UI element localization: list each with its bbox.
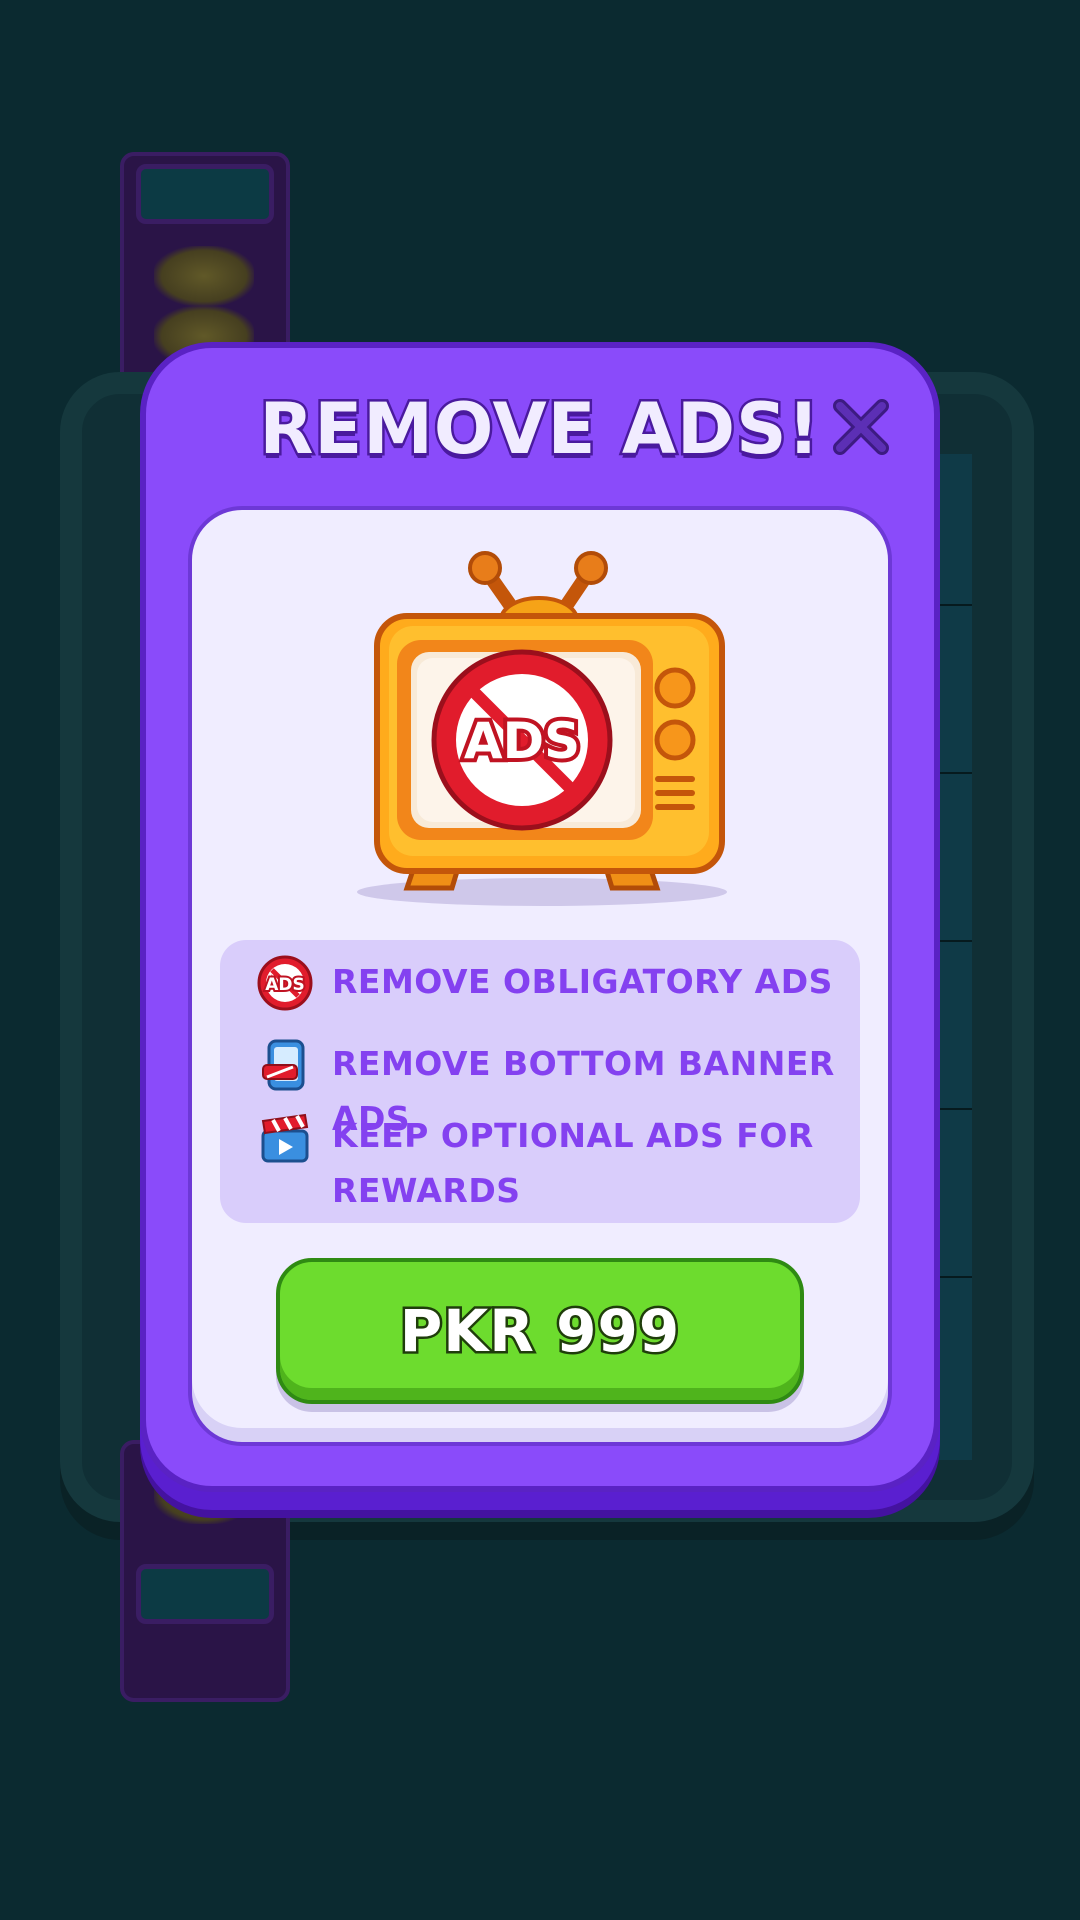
feature-text: KEEP OPTIONAL ADS FOR REWARDS	[332, 1116, 814, 1210]
remove-ads-dialog: REMOVE ADS! ADS ADS REMOVE OBLIGATORY AD…	[140, 342, 940, 1492]
tube-slot	[136, 164, 274, 224]
dialog-title: REMOVE ADS!	[257, 386, 822, 473]
svg-text:ADS: ADS	[265, 975, 305, 995]
tv-no-ads-icon: ADS	[357, 540, 742, 910]
no-ads-badge-icon: ADS	[256, 954, 314, 1012]
tube-slot	[136, 1564, 274, 1624]
close-icon	[833, 399, 889, 455]
benefits-list: ADS REMOVE OBLIGATORY ADS REMOVE BOTTOM …	[220, 940, 860, 1223]
feature-text: REMOVE OBLIGATORY ADS	[332, 962, 833, 1001]
purchase-button[interactable]: PKR 999	[276, 1258, 804, 1404]
dialog-content-panel: ADS ADS REMOVE OBLIGATORY ADS REMOVE BOT…	[188, 506, 892, 1446]
price-label: PKR 999	[397, 1295, 681, 1368]
video-clapper-icon	[256, 1108, 314, 1166]
rope-piece	[154, 246, 254, 306]
tv-screen-badge-text: ADS	[464, 712, 580, 770]
phone-banner-icon	[256, 1036, 314, 1094]
list-item: KEEP OPTIONAL ADS FOR REWARDS	[256, 1108, 840, 1218]
list-item: ADS REMOVE OBLIGATORY ADS	[256, 954, 840, 1012]
close-button[interactable]	[832, 398, 890, 456]
